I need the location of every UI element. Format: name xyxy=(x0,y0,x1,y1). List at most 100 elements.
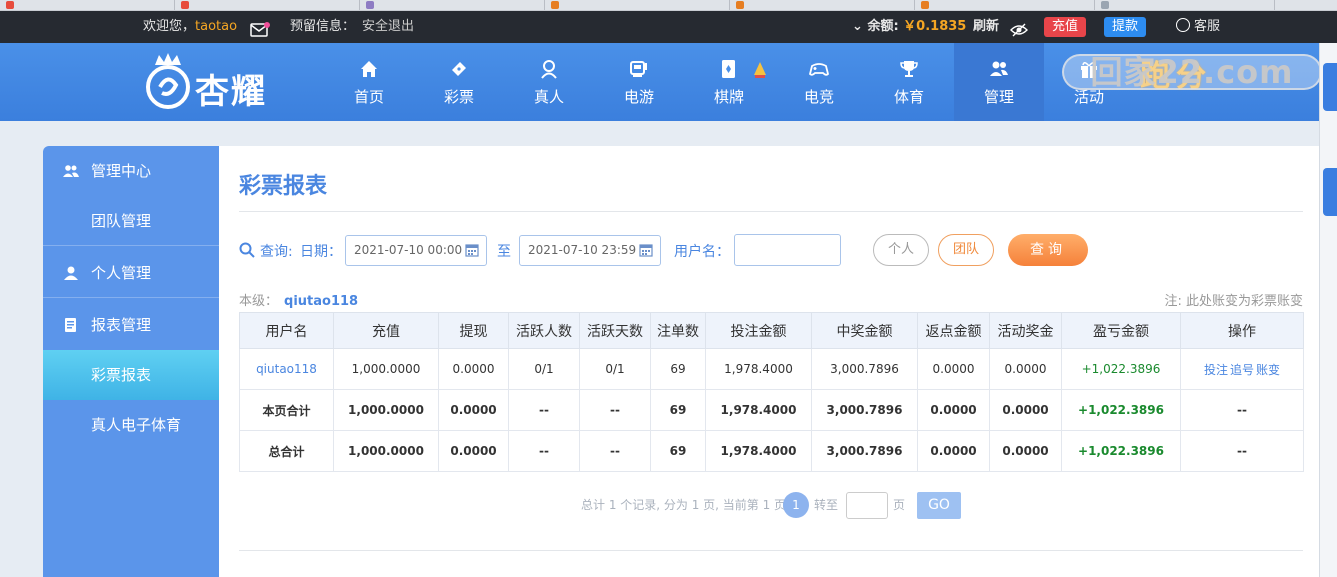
table-cell: 0/1 xyxy=(508,348,580,390)
gamepad-icon xyxy=(809,63,829,76)
sidebar-label: 彩票报表 xyxy=(91,366,152,384)
level-username-link[interactable]: qiutao118 xyxy=(284,294,358,309)
divider xyxy=(239,211,1303,212)
table-cell: 3,000.7896 xyxy=(811,430,918,472)
calendar-icon[interactable] xyxy=(639,243,653,257)
browser-tab[interactable] xyxy=(360,0,545,10)
username-link[interactable]: taotao xyxy=(195,11,237,43)
logout-link[interactable]: 安全退出 xyxy=(362,11,414,43)
profit-cell: +1,022.3896 xyxy=(1061,348,1181,390)
slot-machine-icon xyxy=(630,61,647,77)
date-range-separator: 至 xyxy=(497,244,511,260)
home-icon xyxy=(361,61,377,77)
nav-egame[interactable]: 电游 xyxy=(594,43,684,121)
browser-tab[interactable] xyxy=(175,0,360,10)
mail-icon[interactable] xyxy=(250,19,270,37)
table-cell: 69 xyxy=(650,348,706,390)
eye-hidden-icon[interactable] xyxy=(1010,19,1028,37)
personal-button[interactable]: 个人 xyxy=(873,234,929,266)
sidebar-label: 个人管理 xyxy=(91,264,152,282)
recharge-button[interactable]: 充值 xyxy=(1044,17,1087,37)
users-icon xyxy=(990,61,1008,76)
sidebar-item-live-egame-sports[interactable]: 真人电子体育 xyxy=(43,400,219,450)
goto-page-input[interactable] xyxy=(846,492,888,519)
nav-chess-label: 棋牌 xyxy=(713,88,744,106)
nav-chess[interactable]: 棋牌 xyxy=(684,43,774,121)
chevron-down-icon[interactable]: ⌄ xyxy=(852,19,863,34)
nav-live[interactable]: 真人 xyxy=(504,43,594,121)
chase-link[interactable]: 追号 xyxy=(1230,363,1254,377)
reserve-info-label: 预留信息： xyxy=(290,19,356,34)
bet-link[interactable]: 投注 xyxy=(1204,363,1228,377)
grand-total-row: 总合计 1,000.0000 0.0000 -- -- 69 1,978.400… xyxy=(239,430,1304,472)
table-cell: 本页合计 xyxy=(239,389,334,431)
table-cell: 0.0000 xyxy=(917,430,990,472)
welcome-text: 欢迎您， xyxy=(143,19,196,34)
playing-card-icon xyxy=(722,60,735,78)
search-icon xyxy=(239,242,255,258)
browser-tab[interactable] xyxy=(0,0,175,10)
dealer-icon xyxy=(541,60,557,79)
username-label: 用户名： xyxy=(674,244,730,260)
table-cell: 3,000.7896 xyxy=(811,348,918,390)
nav-esports[interactable]: 电竞 xyxy=(774,43,864,121)
nav-egame-label: 电游 xyxy=(623,88,654,106)
current-page-button[interactable]: 1 xyxy=(783,492,809,518)
sidebar-item-team-manage[interactable]: 团队管理 xyxy=(43,196,219,246)
withdraw-button[interactable]: 提款 xyxy=(1104,17,1147,37)
sidebar-group-report-manage[interactable]: 报表管理 xyxy=(43,300,219,350)
profit-cell: +1,022.3896 xyxy=(1061,389,1181,431)
table-cell: -- xyxy=(508,430,580,472)
browser-tab[interactable] xyxy=(730,0,915,10)
row-username-link[interactable]: qiutao118 xyxy=(239,348,334,390)
page-total-row: 本页合计 1,000.0000 0.0000 -- -- 69 1,978.40… xyxy=(239,389,1304,431)
balance-value: ￥0.1835 xyxy=(903,19,967,34)
username-input[interactable] xyxy=(734,234,841,266)
table-cell: 1,978.4000 xyxy=(705,348,812,390)
page-title: 彩票报表 xyxy=(239,174,328,199)
watermark-domain: 回家22.com xyxy=(1090,53,1294,91)
sidebar-group-manage-center[interactable]: 管理中心 xyxy=(43,146,219,196)
query-label: 查询: xyxy=(260,244,293,260)
transaction-link[interactable]: 账变 xyxy=(1256,363,1280,377)
sidebar: 管理中心 团队管理 个人管理 报表管理 彩票报表 真人电子体育 xyxy=(43,146,219,577)
table-cell: 0.0000 xyxy=(989,430,1062,472)
watermark-banner: 回家22.com xyxy=(1062,54,1322,90)
logo-emblem-icon xyxy=(146,53,190,109)
nav-home[interactable]: 首页 xyxy=(324,43,414,121)
column-header: 注单数 xyxy=(650,312,706,349)
browser-tab-strip xyxy=(0,0,1337,11)
right-float-toolbar xyxy=(1319,43,1337,577)
report-icon xyxy=(65,318,76,332)
nav-sports[interactable]: 体育 xyxy=(864,43,954,121)
column-header: 充值 xyxy=(333,312,439,349)
nav-home-label: 首页 xyxy=(353,88,384,106)
query-button[interactable]: 查询 xyxy=(1008,234,1088,266)
nav-lottery[interactable]: 彩票 xyxy=(414,43,504,121)
table-cell: 3,000.7896 xyxy=(811,389,918,431)
end-date-input[interactable]: 2021-07-10 23:59 xyxy=(519,235,661,266)
go-button[interactable]: GO xyxy=(917,492,961,519)
table-cell: -- xyxy=(508,389,580,431)
float-tab[interactable] xyxy=(1323,63,1337,111)
nav-sports-label: 体育 xyxy=(893,88,924,106)
team-button[interactable]: 团队 xyxy=(938,234,994,266)
column-header: 盈亏金额 xyxy=(1061,312,1181,349)
top-info-bar: 欢迎您， taotao 预留信息： 安全退出 ⌄ 余额: ￥0.1835 刷新 … xyxy=(0,11,1337,43)
start-date-input[interactable]: 2021-07-10 00:00 xyxy=(345,235,487,266)
nav-live-label: 真人 xyxy=(533,88,564,106)
refresh-link[interactable]: 刷新 xyxy=(973,11,999,43)
float-tab[interactable] xyxy=(1323,168,1337,216)
browser-tab[interactable] xyxy=(1095,0,1275,10)
customer-service-link[interactable]: 客服 xyxy=(1176,11,1220,43)
sidebar-item-lottery-report[interactable]: 彩票报表 xyxy=(43,350,219,400)
browser-tab[interactable] xyxy=(545,0,730,10)
table-cell: 1,000.0000 xyxy=(333,430,439,472)
sidebar-group-personal-manage[interactable]: 个人管理 xyxy=(43,248,219,298)
table-cell: 0.0000 xyxy=(917,389,990,431)
site-logo[interactable]: 杏耀 xyxy=(143,51,293,113)
browser-tab[interactable] xyxy=(915,0,1095,10)
calendar-icon[interactable] xyxy=(465,243,479,257)
column-header: 活跃天数 xyxy=(579,312,651,349)
nav-manage[interactable]: 管理 xyxy=(954,43,1044,121)
